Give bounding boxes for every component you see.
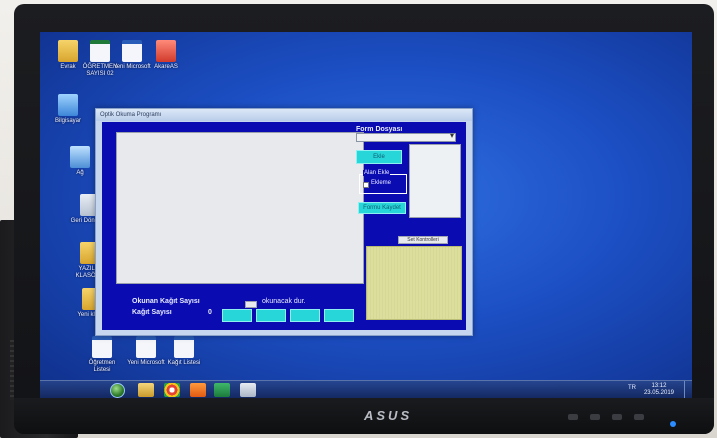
excel-taskbar-icon[interactable] bbox=[214, 383, 230, 397]
paper-count-label: Kağıt Sayısı bbox=[132, 309, 172, 316]
chrome-taskbar-icon[interactable] bbox=[164, 383, 180, 397]
network-icon bbox=[70, 146, 90, 168]
monitor-buttons[interactable] bbox=[568, 414, 644, 420]
add-button[interactable]: Ekle bbox=[356, 150, 402, 164]
media-taskbar-icon[interactable] bbox=[190, 383, 206, 397]
desktop-icon-bilgisayar[interactable]: Bilgisayar bbox=[46, 94, 90, 125]
form-preview-box bbox=[409, 144, 461, 218]
folder-icon bbox=[58, 40, 78, 62]
read-results-textarea[interactable] bbox=[116, 132, 364, 284]
system-clock[interactable]: 13:12 23.05.2019 bbox=[644, 383, 674, 397]
taskbar: TR 13:12 23.05.2019 bbox=[40, 380, 692, 398]
clock-date: 23.05.2019 bbox=[643, 390, 674, 396]
read-count-label: Okunan Kağıt Sayısı bbox=[132, 298, 200, 305]
optik-okuma-window: Optik Okuma Programı Form Dosyası Ekle A… bbox=[95, 108, 473, 336]
computer-icon bbox=[58, 94, 78, 116]
power-led bbox=[670, 421, 676, 427]
form-file-dropdown[interactable] bbox=[356, 131, 456, 142]
form-file-label: Form Dosyası bbox=[356, 126, 403, 133]
show-desktop-button[interactable] bbox=[684, 381, 692, 398]
app-icon bbox=[156, 40, 176, 62]
desktop-icon-ogretmen-listesi[interactable]: Öğretmen Listesi bbox=[80, 336, 124, 374]
monitor-brand-logo: ASUS bbox=[364, 408, 413, 423]
read-count-input[interactable] bbox=[245, 301, 257, 308]
document-icon bbox=[136, 336, 156, 358]
form-image-panel bbox=[366, 246, 462, 320]
clock-time: 13:12 bbox=[651, 383, 667, 389]
window-client-area: Form Dosyası Ekle Alan Ekle Ekleme Formu… bbox=[102, 122, 466, 330]
language-indicator[interactable]: TR bbox=[628, 385, 636, 391]
add-field-groupbox: Alan Ekle Ekleme bbox=[359, 170, 407, 194]
save-form-button[interactable]: Formu Kaydet bbox=[358, 202, 406, 214]
action-button-2[interactable] bbox=[256, 309, 286, 322]
document-icon bbox=[92, 336, 112, 358]
app-taskbar-icon[interactable] bbox=[240, 383, 256, 397]
action-button-4[interactable] bbox=[324, 309, 354, 322]
desktop-screen: Evrak ÖĞRETMEN SAYISI 02 Yeni Microsoft … bbox=[40, 32, 692, 398]
add-checkbox[interactable] bbox=[363, 182, 369, 188]
desktop-icon-akareas[interactable]: AkareAS bbox=[144, 40, 188, 71]
explorer-taskbar-icon[interactable] bbox=[138, 383, 154, 397]
document-icon bbox=[122, 40, 142, 62]
action-button-3[interactable] bbox=[290, 309, 320, 322]
spreadsheet-icon bbox=[90, 40, 110, 62]
window-title[interactable]: Optik Okuma Programı bbox=[96, 109, 472, 121]
desktop-icon-kagit-listesi[interactable]: Kağıt Listesi bbox=[162, 336, 206, 367]
add-checkbox-label: Ekleme bbox=[371, 180, 392, 186]
set-controls-button[interactable]: Set Kontrolleri bbox=[398, 236, 448, 244]
action-button-1[interactable] bbox=[222, 309, 252, 322]
to-read-label: okunacak dur. bbox=[262, 298, 306, 305]
paper-count-value: 0 bbox=[208, 309, 212, 316]
start-button[interactable] bbox=[110, 383, 125, 398]
document-icon bbox=[174, 336, 194, 358]
groupbox-title: Alan Ekle bbox=[363, 170, 391, 176]
